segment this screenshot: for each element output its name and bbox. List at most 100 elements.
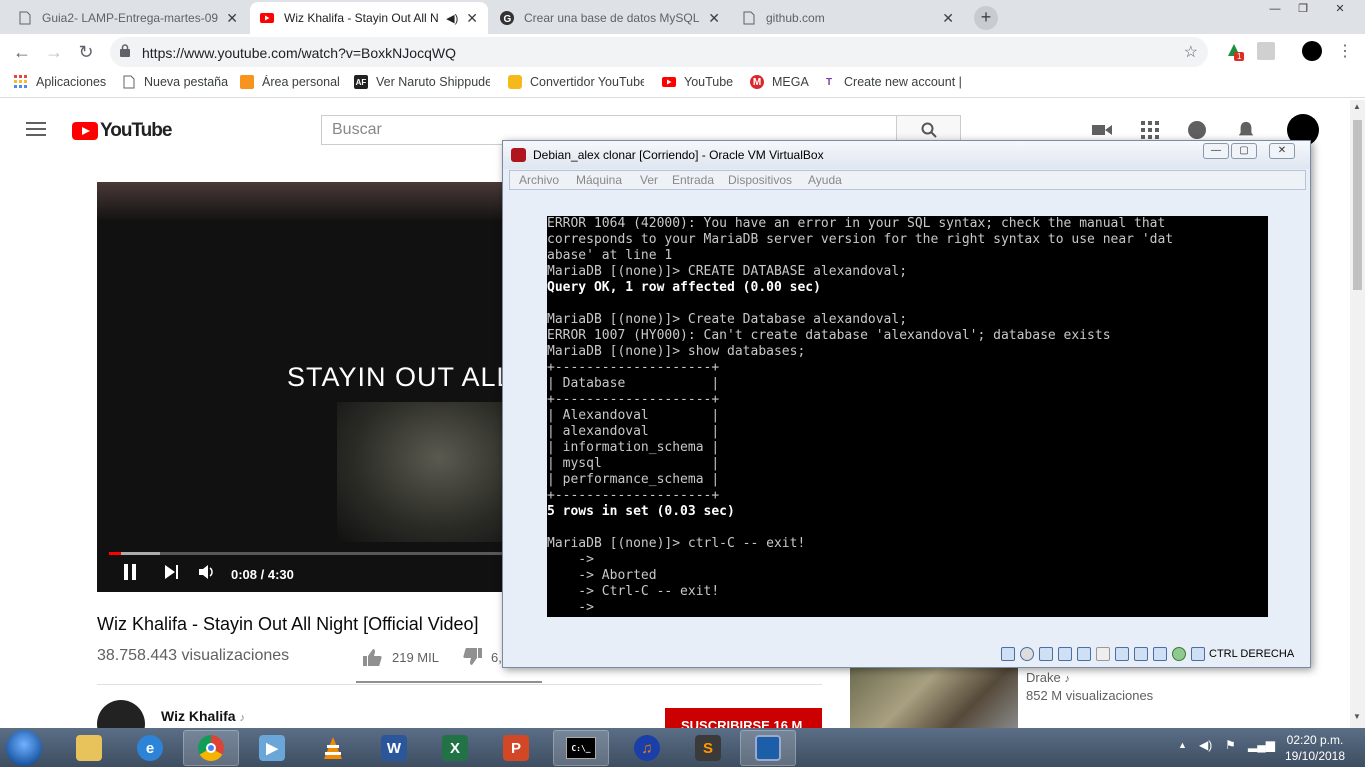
address-bar[interactable]: https://www.youtube.com/watch?v=BoxkNJoc…: [110, 37, 1208, 67]
audio-playing-icon[interactable]: ◀): [446, 12, 458, 25]
video-capture-icon[interactable]: [1134, 647, 1148, 661]
video-progress-bar[interactable]: [109, 552, 505, 555]
volume-tray-icon[interactable]: ◀): [1199, 738, 1212, 752]
bookmark-area-personal[interactable]: Área personal: [240, 75, 340, 89]
scrollbar-thumb[interactable]: [1353, 120, 1362, 290]
extension-icon[interactable]: 1: [1226, 42, 1245, 61]
new-tab-button[interactable]: +: [974, 6, 998, 30]
taskbar-vlc[interactable]: [305, 730, 361, 766]
channel-name[interactable]: Wiz Khalifa ♪: [161, 708, 245, 724]
tray-expand-icon[interactable]: ▲: [1178, 740, 1187, 750]
vbox-titlebar[interactable]: Debian_alex clonar [Corriendo] - Oracle …: [503, 141, 1310, 169]
forward-icon[interactable]: →: [42, 40, 66, 64]
vm-console[interactable]: ERROR 1064 (42000): You have an error in…: [547, 216, 1268, 617]
volume-icon[interactable]: [199, 564, 215, 585]
optical-drive-icon[interactable]: [1020, 647, 1034, 661]
close-tab-icon[interactable]: ✕: [226, 10, 238, 27]
cpu-icon[interactable]: [1153, 647, 1167, 661]
vbox-maximize-icon[interactable]: ▢: [1231, 143, 1257, 159]
menu-ver[interactable]: Ver: [640, 173, 658, 187]
vbox-close-icon[interactable]: ✕: [1269, 143, 1295, 159]
system-clock[interactable]: 02:20 p.m. 19/10/2018: [1280, 732, 1350, 764]
menu-entrada[interactable]: Entrada: [672, 173, 714, 187]
guest-additions-icon[interactable]: [1172, 647, 1186, 661]
video-player[interactable]: STAYIN OUT ALL 0:08 / 4:30: [97, 182, 505, 592]
taskbar-chrome[interactable]: [183, 730, 239, 766]
menu-dispositivos[interactable]: Dispositivos: [728, 173, 792, 187]
console-line: MariaDB [(none)]> ctrl-C -- exit!: [547, 536, 806, 551]
virtualbox-icon: [755, 735, 781, 761]
tab-github[interactable]: github.com ✕: [732, 2, 964, 34]
close-window-icon[interactable]: ✕: [1322, 0, 1358, 18]
reload-icon[interactable]: ↻: [74, 40, 98, 64]
network-tray-icon[interactable]: ▂▄▆: [1248, 738, 1275, 752]
scroll-up-icon[interactable]: ▲: [1353, 102, 1361, 111]
taskbar-explorer[interactable]: [61, 730, 117, 766]
mega-icon: M: [750, 75, 764, 89]
taskbar-powerpoint[interactable]: P: [488, 730, 544, 766]
vbox-minimize-icon[interactable]: —: [1203, 143, 1229, 159]
back-icon[interactable]: ←: [10, 40, 34, 64]
music-note-icon: ♪: [239, 712, 245, 724]
menu-maquina[interactable]: Máquina: [576, 173, 622, 187]
taskbar-virtualbox[interactable]: [740, 730, 796, 766]
dislike-icon: [463, 648, 482, 665]
document-icon: [742, 11, 756, 25]
bookmark-create-account[interactable]: T Create new account |: [822, 75, 962, 89]
start-button[interactable]: [6, 730, 42, 766]
taskbar-excel[interactable]: X: [427, 730, 483, 766]
bookmark-naruto[interactable]: AF Ver Naruto Shippude: [354, 75, 490, 89]
close-tab-icon[interactable]: ✕: [708, 10, 720, 27]
t-icon: T: [825, 76, 833, 88]
minimize-window-icon[interactable]: —: [1260, 0, 1290, 18]
taskbar-cmd[interactable]: C:\_: [553, 730, 609, 766]
like-button[interactable]: 219 MIL: [362, 648, 439, 666]
close-tab-icon[interactable]: ✕: [466, 10, 478, 27]
menu-icon[interactable]: ⋮: [1333, 40, 1357, 64]
taskbar-sublime[interactable]: S: [680, 730, 736, 766]
tab-crear-bd[interactable]: G Crear una base de datos MySQL ✕: [490, 2, 730, 34]
next-icon[interactable]: [165, 564, 179, 585]
display-icon[interactable]: [1115, 647, 1129, 661]
taskbar-word[interactable]: W: [366, 730, 422, 766]
apps-grid-icon[interactable]: [1140, 121, 1160, 139]
hamburger-menu-icon[interactable]: [26, 122, 46, 136]
bookmark-convertidor[interactable]: Convertidor YouTube: [508, 75, 644, 89]
bookmark-apps[interactable]: Aplicaciones: [14, 75, 106, 89]
shared-folder-icon[interactable]: [1096, 647, 1110, 661]
youtube-logo[interactable]: YouTube: [72, 120, 172, 142]
mouse-integration-icon[interactable]: [1191, 647, 1205, 661]
bookmark-mega[interactable]: M MEGA: [750, 75, 809, 89]
star-icon[interactable]: ☆: [1184, 42, 1198, 62]
network-icon[interactable]: [1058, 647, 1072, 661]
taskbar-media-player[interactable]: ▶: [244, 730, 300, 766]
flag-tray-icon[interactable]: ⚑: [1225, 738, 1236, 752]
pdf-extension-icon[interactable]: [1257, 42, 1275, 60]
console-line: | Database |: [547, 376, 720, 391]
bookmark-nueva-pestana[interactable]: Nueva pestaña: [122, 75, 228, 89]
bell-icon[interactable]: [1236, 121, 1256, 139]
restore-window-icon[interactable]: ❐: [1288, 0, 1318, 18]
audio-icon[interactable]: [1039, 647, 1053, 661]
bookmark-youtube[interactable]: YouTube: [662, 75, 733, 89]
profile-avatar[interactable]: [1302, 41, 1322, 61]
hard-disk-icon[interactable]: [1001, 647, 1015, 661]
scroll-down-icon[interactable]: ▼: [1353, 712, 1361, 721]
tab-guia2[interactable]: Guia2- LAMP-Entrega-martes-09 ✕: [8, 2, 248, 34]
video-camera-icon[interactable]: [1092, 121, 1112, 139]
taskbar-ie[interactable]: e: [122, 730, 178, 766]
taskbar-audacity[interactable]: ♫: [619, 730, 675, 766]
vbox-statusbar: CTRL DERECHA: [503, 645, 1310, 667]
related-video-thumbnail[interactable]: [850, 666, 1018, 728]
messages-icon[interactable]: [1187, 121, 1207, 139]
close-tab-icon[interactable]: ✕: [942, 10, 954, 27]
page-scrollbar[interactable]: ▲ ▼: [1350, 100, 1365, 728]
pause-icon[interactable]: [123, 564, 137, 585]
dislike-count: 6,: [491, 649, 502, 665]
extension-badge: 1: [1234, 52, 1245, 61]
tab-youtube[interactable]: Wiz Khalifa - Stayin Out All N ◀) ✕: [250, 2, 488, 34]
menu-ayuda[interactable]: Ayuda: [808, 173, 842, 187]
console-line: +--------------------+: [547, 360, 720, 375]
menu-archivo[interactable]: Archivo: [519, 173, 559, 187]
usb-icon[interactable]: [1077, 647, 1091, 661]
